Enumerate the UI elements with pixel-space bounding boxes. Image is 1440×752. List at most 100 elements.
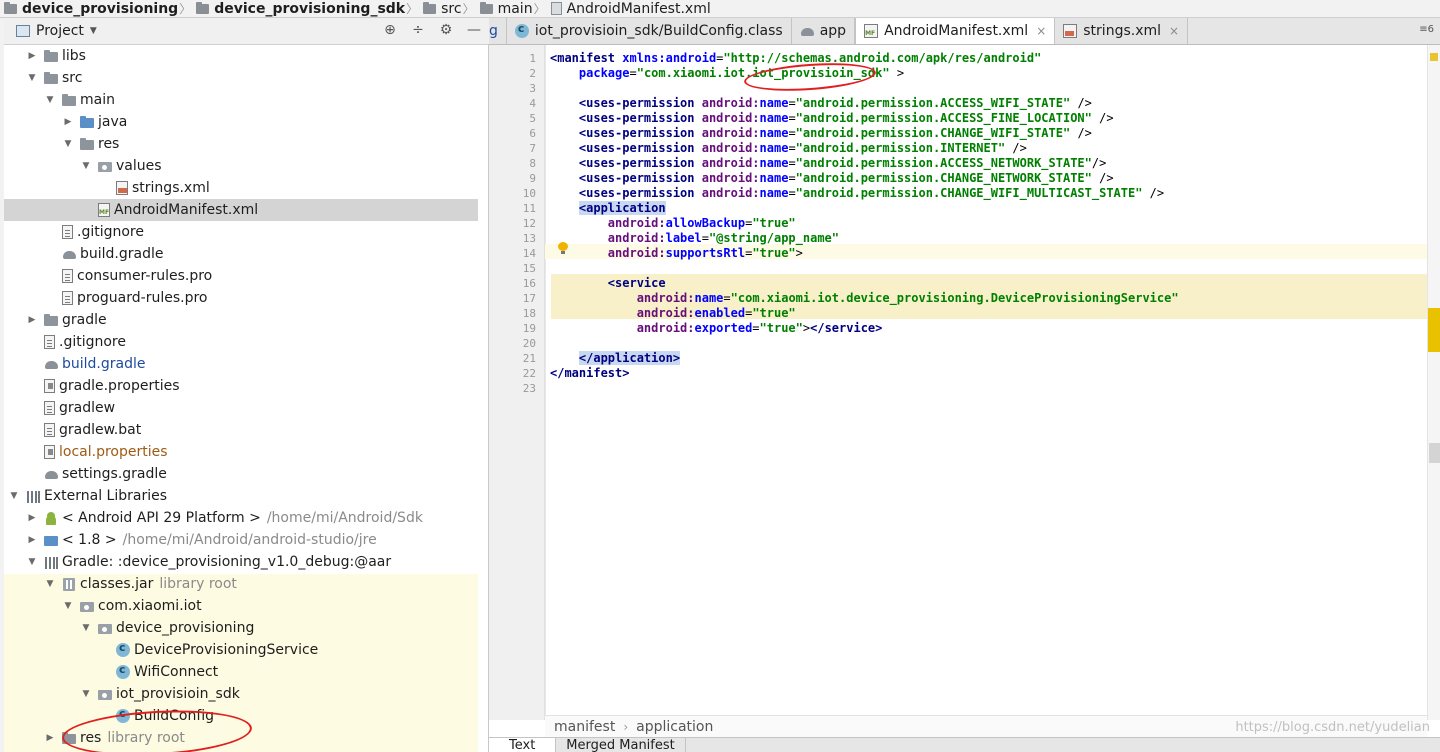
tree-item[interactable]: ▶consumer-rules.pro (0, 265, 478, 287)
tab-overflow-indicator[interactable]: ≡6 (1419, 24, 1434, 35)
tree-item[interactable]: ▼ device_provisioning (0, 617, 478, 639)
chevron-down-icon[interactable]: ▼ (44, 95, 56, 105)
chevron-down-icon[interactable]: ▼ (26, 73, 38, 83)
gear-icon[interactable]: ⚙ (437, 22, 455, 38)
code-line[interactable]: </manifest> (550, 366, 629, 381)
editor-tab[interactable]: app (791, 18, 856, 44)
breadcrumb-item[interactable]: src (419, 0, 462, 17)
line-number: 21 (522, 352, 536, 365)
tree-item[interactable]: ▼ main (0, 89, 478, 111)
code-line[interactable]: android:supportsRtl="true"> (550, 246, 803, 261)
tab-merged-manifest[interactable]: Merged Manifest (556, 738, 686, 752)
close-icon[interactable]: × (1036, 24, 1046, 38)
error-stripe[interactable] (1427, 45, 1440, 720)
tree-item[interactable]: ▶.gitignore (0, 221, 478, 243)
tree-item[interactable]: ▶ gradle (0, 309, 478, 331)
tree-item[interactable]: ▶ libs (0, 45, 478, 67)
chevron-right-icon[interactable]: ▶ (26, 513, 38, 523)
tree-item[interactable]: ▶gradlew.bat (0, 419, 478, 441)
chevron-down-icon[interactable]: ▼ (90, 26, 97, 36)
tree-item[interactable]: ▶proguard-rules.pro (0, 287, 478, 309)
project-view-selector[interactable]: Project (36, 23, 84, 39)
tree-item[interactable]: ▶ < 1.8 > /home/mi/Android/android-studio/… (0, 529, 478, 551)
tree-item[interactable]: ▶strings.xml (0, 177, 478, 199)
lightbulb-icon[interactable] (558, 242, 568, 254)
crumb-application[interactable]: application (636, 719, 713, 735)
tree-item[interactable]: ▶settings.gradle (0, 463, 478, 485)
tab-text[interactable]: Text (489, 738, 557, 752)
chevron-down-icon[interactable]: ▼ (62, 601, 74, 611)
code-line[interactable]: <uses-permission android:name="android.p… (550, 126, 1092, 141)
highlight-marker[interactable] (1428, 308, 1440, 352)
code-token: android: (701, 186, 760, 200)
code-line[interactable]: <application (550, 201, 666, 216)
editor-tab[interactable]: iot_provisioin_sdk/BuildConfig.class (506, 18, 792, 44)
tree-item[interactable]: ▶ java (0, 111, 478, 133)
editor-tab-label: g (489, 23, 498, 39)
chevron-down-icon[interactable]: ▼ (26, 557, 38, 567)
code-token: /> (1005, 141, 1027, 155)
scrollbar-thumb[interactable] (1429, 443, 1440, 463)
tree-item[interactable]: ▼ values (0, 155, 478, 177)
editor-tab[interactable]: AndroidManifest.xml × (855, 18, 1056, 44)
code-line[interactable]: <uses-permission android:name="android.p… (550, 171, 1114, 186)
tree-item[interactable]: ▶build.gradle (0, 243, 478, 265)
tree-item[interactable]: ▶gradlew (0, 397, 478, 419)
chevron-right-icon[interactable]: ▶ (26, 535, 38, 545)
tree-item[interactable]: ▼ com.xiaomi.iot (0, 595, 478, 617)
breadcrumb-item[interactable]: device_provisioning (0, 0, 178, 17)
crumb-manifest[interactable]: manifest (554, 719, 615, 735)
chevron-down-icon[interactable]: ▼ (80, 623, 92, 633)
chevron-down-icon[interactable]: ▼ (8, 491, 20, 501)
editor-tab[interactable]: strings.xml × (1055, 18, 1189, 44)
code-line[interactable]: android:label="@string/app_name" (550, 231, 839, 246)
tree-item[interactable]: ▼ classes.jar library root (0, 573, 478, 595)
chevron-right-icon[interactable]: ▶ (62, 117, 74, 127)
chevron-right-icon[interactable]: ▶ (44, 733, 56, 743)
code-line[interactable]: <uses-permission android:name="android.p… (550, 156, 1106, 171)
code-line[interactable]: android:allowBackup="true" (550, 216, 796, 231)
tree-item[interactable]: ▶.gitignore (0, 331, 478, 353)
code-line[interactable]: <manifest xmlns:android="http://schemas.… (550, 51, 1041, 66)
tree-item[interactable]: ▶gradle.properties (0, 375, 478, 397)
file-icon (44, 423, 55, 437)
collapse-all-icon[interactable]: ÷ (409, 22, 427, 38)
tree-item[interactable]: ▼ iot_provisioin_sdk (0, 683, 478, 705)
chevron-down-icon[interactable]: ▼ (44, 579, 56, 589)
code-line[interactable]: android:name="com.xiaomi.iot.device_prov… (550, 291, 1179, 306)
chevron-right-icon[interactable]: ▶ (26, 51, 38, 61)
tree-item[interactable]: ▶WifiConnect (0, 661, 478, 683)
chevron-down-icon[interactable]: ▼ (80, 161, 92, 171)
tree-item[interactable]: ▶ < Android API 29 Platform > /home/mi/And… (0, 507, 478, 529)
hide-icon[interactable]: — (465, 22, 483, 38)
tree-item[interactable]: ▼ Gradle: :device_provisioning_v1.0_debug… (0, 551, 478, 573)
tree-item[interactable]: ▶AndroidManifest.xml (0, 199, 478, 221)
chevron-right-icon[interactable]: ▶ (26, 315, 38, 325)
chevron-down-icon[interactable]: ▼ (80, 689, 92, 699)
code-token: android: (701, 156, 760, 170)
tree-item[interactable]: ▼ External Libraries (0, 485, 478, 507)
editor-tab[interactable]: g (489, 18, 507, 44)
warning-marker[interactable] (1430, 53, 1438, 61)
code-line[interactable]: <uses-permission android:name="android.p… (550, 111, 1114, 126)
close-icon[interactable]: × (1169, 24, 1179, 38)
code-line[interactable]: <uses-permission android:name="android.p… (550, 186, 1164, 201)
code-line[interactable]: <service (550, 276, 666, 291)
code-line[interactable]: android:exported="true"></service> (550, 321, 883, 336)
tree-item[interactable]: ▼ res (0, 133, 478, 155)
breadcrumb-item[interactable]: device_provisioning_sdk (192, 0, 405, 17)
tree-item[interactable]: ▶build.gradle (0, 353, 478, 375)
folder-blue-icon (80, 115, 94, 129)
breadcrumb-item[interactable]: main (476, 0, 533, 17)
code-line[interactable]: <uses-permission android:name="android.p… (550, 96, 1092, 111)
gradle-icon (44, 467, 58, 481)
code-line[interactable]: </application> (550, 351, 681, 366)
tree-item[interactable]: ▶DeviceProvisioningService (0, 639, 478, 661)
code-line[interactable]: android:enabled="true" (550, 306, 796, 321)
chevron-down-icon[interactable]: ▼ (62, 139, 74, 149)
code-line[interactable]: <uses-permission android:name="android.p… (550, 141, 1027, 156)
breadcrumb-item[interactable]: AndroidManifest.xml (547, 0, 711, 17)
scroll-from-source-icon[interactable]: ⊕ (381, 22, 399, 38)
tree-item[interactable]: ▼ src (0, 67, 478, 89)
tree-item[interactable]: ▶local.properties (0, 441, 478, 463)
